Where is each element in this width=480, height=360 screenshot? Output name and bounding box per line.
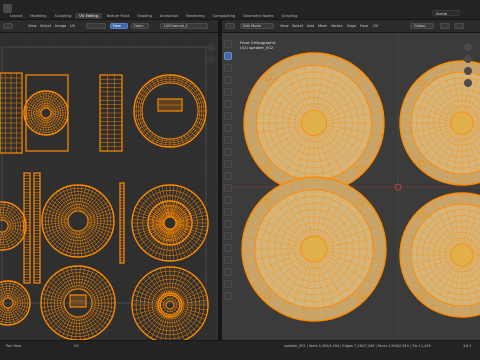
snap-toggle[interactable] [440, 23, 450, 29]
toolbar [222, 40, 234, 302]
blender-logo-icon[interactable] [3, 4, 12, 13]
speaker-object[interactable] [243, 52, 385, 194]
uv-menu-select[interactable]: Select [40, 23, 51, 29]
scene-selector[interactable]: Scene [432, 10, 460, 16]
workspace-tab-texture-paint[interactable]: Texture Paint [102, 13, 133, 19]
mode-label: Edit Mode [243, 24, 261, 28]
workspace-tab-geometry-nodes[interactable]: Geometry Nodes [239, 13, 277, 19]
workspace-tab-scripting[interactable]: Scripting [277, 13, 301, 19]
uv-island[interactable] [23, 172, 31, 284]
viewport-overlay-text: Front Orthographic (41) speaker_002 [240, 40, 276, 50]
spin-icon[interactable] [224, 220, 232, 228]
uv-menu-view[interactable]: View [28, 23, 37, 29]
vp-menu-uv[interactable]: UV [373, 23, 378, 29]
annotate-icon[interactable] [224, 112, 232, 120]
workspace-tabs: Layout Modeling Sculpting UV Editing Texture… [6, 13, 301, 19]
uv-menu-uv[interactable]: UV [70, 23, 75, 29]
transform-orientation-label: Global [414, 24, 426, 28]
rip-icon[interactable] [224, 280, 232, 288]
uv-open-label: Open [134, 24, 144, 28]
vp-menu-select[interactable]: Select [292, 23, 303, 29]
top-bar: Layout Modeling Sculpting UV Editing Texture… [0, 0, 480, 20]
zoom-icon[interactable] [207, 43, 215, 51]
vp-menu-edge[interactable]: Edge [347, 23, 356, 29]
inset-icon[interactable] [224, 160, 232, 168]
status-stats: speaker_002 | Verts 4,304/4,304 | Edges … [284, 344, 431, 348]
viewport-nav-icon[interactable] [464, 79, 472, 87]
shrink-icon[interactable] [224, 256, 232, 264]
extrude-icon[interactable] [224, 148, 232, 156]
bevel-icon[interactable] [224, 172, 232, 180]
uv-new-label: New [113, 24, 121, 28]
transform-icon[interactable] [224, 100, 232, 108]
proportional-edit-toggle[interactable] [454, 23, 464, 29]
scene-name: Scene [436, 12, 447, 16]
speaker-object[interactable] [241, 176, 387, 322]
shear-icon[interactable] [224, 268, 232, 276]
vp-menu-add[interactable]: Add [307, 23, 314, 29]
workspace-tab-compositing[interactable]: Compositing [209, 13, 240, 19]
status-bar: Pan View UV speaker_002 | Verts 4,304/4,… [0, 340, 480, 360]
viewport-nav-icon[interactable] [464, 55, 472, 63]
vp-menu-face[interactable]: Face [360, 23, 368, 29]
uv-editor-header: View Select Image UV New Open UVChannel_… [0, 20, 218, 33]
select-box-icon[interactable] [224, 52, 232, 60]
measure-icon[interactable] [224, 124, 232, 132]
uv-editor-canvas[interactable] [0, 33, 218, 340]
vp-menu-mesh[interactable]: Mesh [318, 23, 327, 29]
viewport-nav-icon[interactable] [464, 43, 472, 51]
uv-islands[interactable] [0, 33, 218, 340]
edge-slide-icon[interactable] [224, 244, 232, 252]
workspace-tab-shading[interactable]: Shading [133, 13, 156, 19]
editor-type-icon[interactable] [225, 23, 235, 29]
status-version: 3.6.1 [463, 344, 472, 348]
rotate-icon[interactable] [224, 76, 232, 84]
uv-sync-toggle[interactable] [86, 23, 106, 29]
vp-menu-vertex[interactable]: Vertex [331, 23, 343, 29]
status-left: Pan View [6, 344, 22, 348]
viewport-nav-icon[interactable] [464, 67, 472, 75]
add-cube-icon[interactable] [224, 136, 232, 144]
vp-menu-view[interactable]: View [280, 23, 289, 29]
speaker-mesh[interactable] [222, 33, 480, 340]
scale-icon[interactable] [224, 88, 232, 96]
workspace-tab-animation[interactable]: Animation [156, 13, 182, 19]
uv-island[interactable] [33, 172, 41, 284]
workspace-tab-uv-editing[interactable]: UV Editing [75, 13, 103, 19]
workspace-tab-layout[interactable]: Layout [6, 13, 26, 19]
viewport-header: Edit Mode View Select Add Mesh Vertex Ed… [222, 20, 480, 33]
workspace-tab-rendering[interactable]: Rendering [182, 13, 208, 19]
image-name: UVChannel_1 [164, 24, 188, 28]
smooth-icon[interactable] [224, 232, 232, 240]
3d-cursor-icon[interactable] [224, 292, 232, 300]
workspace-tab-modeling[interactable]: Modeling [26, 13, 50, 19]
uv-menu-image[interactable]: Image [55, 23, 66, 29]
hand-icon[interactable] [207, 55, 215, 63]
cursor-icon[interactable] [224, 40, 232, 48]
poly-build-icon[interactable] [224, 208, 232, 216]
knife-icon[interactable] [224, 196, 232, 204]
workspace-tab-sculpting[interactable]: Sculpting [51, 13, 76, 19]
status-middle: UV [74, 344, 79, 348]
move-icon[interactable] [224, 64, 232, 72]
3d-viewport-canvas[interactable] [222, 33, 480, 340]
editor-type-icon[interactable] [3, 23, 13, 29]
loop-cut-icon[interactable] [224, 184, 232, 192]
object-name: (41) speaker_002 [240, 45, 274, 50]
